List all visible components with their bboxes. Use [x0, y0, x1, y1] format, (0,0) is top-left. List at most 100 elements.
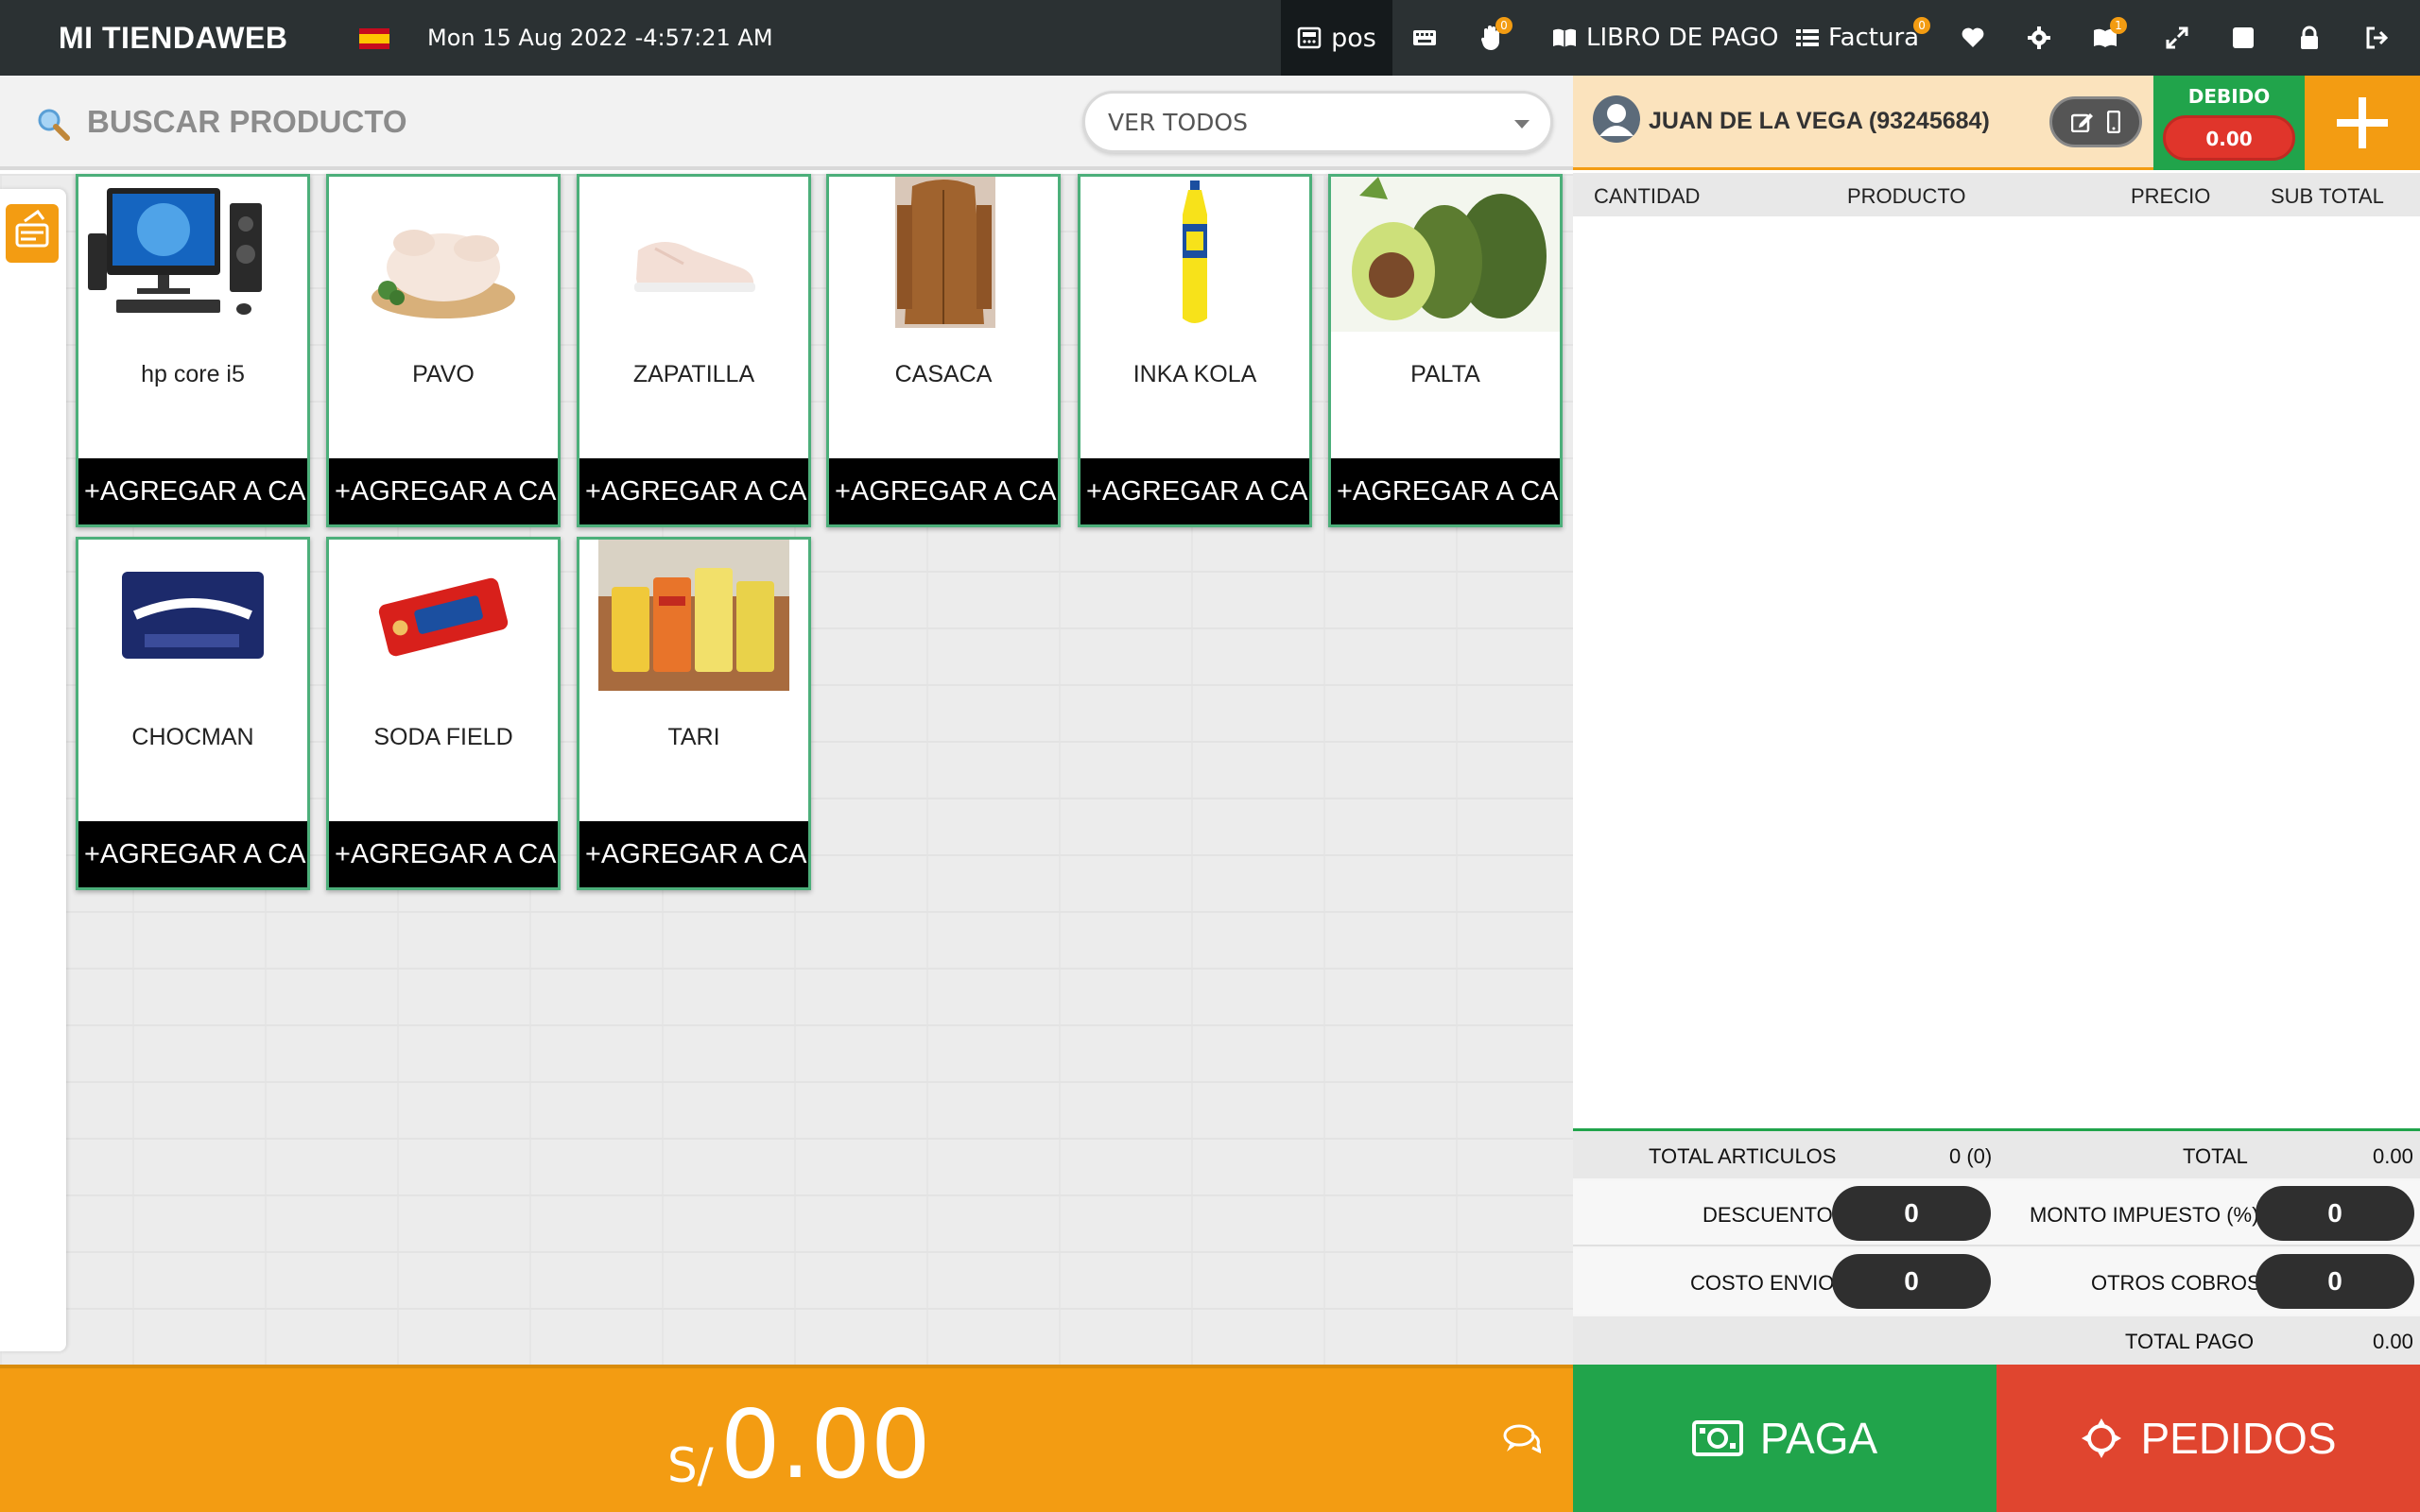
tax-input[interactable]: 0 [2256, 1186, 2414, 1241]
customer-name[interactable]: JUAN DE LA VEGA (93245684) [1649, 108, 1990, 135]
cart-items-list [1573, 216, 2420, 1128]
chat-icon[interactable] [1503, 1423, 1541, 1455]
add-to-cart-button[interactable]: +AGREGAR A CARRITO [579, 821, 808, 887]
product-card[interactable]: INKA KOLA +AGREGAR A CARRITO [1078, 174, 1312, 527]
cart-table-header: CANTIDAD PRODUCTO PRECIO SUB TOTAL [1573, 173, 2420, 216]
edit-icon[interactable] [2071, 112, 2094, 132]
customer-actions[interactable] [2049, 96, 2142, 147]
product-card[interactable]: CASACA +AGREGAR A CARRITO [826, 174, 1061, 527]
product-name: ZAPATILLA [632, 361, 755, 387]
top-navbar: MI TIENDAWEB Mon 15 Aug 2022 -4:57:21 AM… [0, 0, 2420, 76]
datetime-display: Mon 15 Aug 2022 -4:57:21 AM [427, 25, 773, 51]
grand-total-bar: S/ 0.00 [0, 1365, 1573, 1512]
debt-label: DEBIDO [2187, 85, 2271, 108]
product-name: PAVO [412, 361, 475, 387]
sneaker-image [634, 242, 755, 292]
logout-icon[interactable] [2363, 21, 2392, 55]
add-to-cart-button[interactable]: +AGREGAR A CARRITO [1080, 458, 1309, 524]
cart-col-price: PRECIO [2131, 184, 2211, 208]
gear-icon[interactable] [2025, 21, 2053, 55]
product-name: PALTA [1410, 361, 1480, 387]
totals-panel: TOTAL ARTICULOS 0 (0) TOTAL 0.00 DESCUEN… [1573, 1131, 2420, 1365]
total-value: 0.00 [2373, 1144, 2413, 1168]
factura-badge: 0 [1913, 17, 1931, 34]
pos-tab[interactable]: pos [1281, 0, 1392, 76]
sidebar-toggle-button[interactable] [6, 204, 59, 263]
product-card[interactable]: PAVO +AGREGAR A CARRITO [326, 174, 561, 527]
libro-de-pago-link[interactable]: LIBRO DE PAGO [1552, 21, 1778, 55]
shipping-other-row: COSTO ENVIO 0 OTROS COBROS 0 [1573, 1248, 2420, 1314]
shipping-label: COSTO ENVIO [1690, 1271, 1835, 1295]
expand-icon[interactable] [2163, 21, 2191, 55]
user-avatar-icon [1593, 95, 1640, 143]
lock-icon[interactable] [2295, 21, 2324, 55]
add-customer-button[interactable] [2305, 76, 2420, 170]
pay-button[interactable]: PAGA [1573, 1365, 1996, 1512]
cash-register-icon [1297, 26, 1322, 49]
add-to-cart-button[interactable]: +AGREGAR A CARRITO [329, 458, 558, 524]
pos-tab-label: pos [1331, 23, 1376, 53]
pay-button-label: PAGA [1759, 1414, 1878, 1463]
total-payment-row: TOTAL PAGO 0.00 [1573, 1316, 2420, 1365]
product-card[interactable]: PALTA +AGREGAR A CARRITO [1328, 174, 1563, 527]
spain-flag-icon[interactable] [359, 28, 389, 49]
search-icon[interactable] [36, 107, 70, 141]
chevron-down-icon [1514, 120, 1530, 129]
debt-panel: DEBIDO 0.00 [2153, 76, 2305, 170]
orders-button[interactable]: PEDIDOS [1996, 1365, 2420, 1512]
crackers-image [378, 577, 509, 657]
list-icon [1796, 29, 1819, 46]
hand-icon[interactable]: 0 [1477, 17, 1512, 55]
square-icon[interactable] [2229, 21, 2257, 55]
money-icon [1691, 1420, 1743, 1456]
keyboard-icon[interactable] [1410, 21, 1439, 55]
category-filter-select[interactable]: VER TODOS [1082, 91, 1553, 153]
add-to-cart-button[interactable]: +AGREGAR A CARRITO [1331, 458, 1560, 524]
total-payment-label: TOTAL PAGO [2125, 1330, 2255, 1353]
debt-value[interactable]: 0.00 [2163, 115, 2295, 161]
cart-col-quantity: CANTIDAD [1594, 184, 1701, 208]
soda-bottle-image [1183, 180, 1207, 323]
add-to-cart-button[interactable]: +AGREGAR A CARRITO [579, 458, 808, 524]
grand-total-amount: 0.00 [720, 1389, 931, 1500]
cart-col-product: PRODUCTO [1847, 184, 1966, 208]
product-card[interactable]: ZAPATILLA +AGREGAR A CARRITO [577, 174, 811, 527]
mobile-icon[interactable] [2107, 111, 2120, 133]
product-name: hp core i5 [141, 361, 245, 387]
chocolate-bar-image [122, 572, 264, 659]
total-items-value: 0 (0) [1949, 1144, 1993, 1168]
heart-icon[interactable] [1959, 21, 1987, 55]
add-to-cart-button[interactable]: +AGREGAR A CARRITO [829, 458, 1058, 524]
add-to-cart-button[interactable]: +AGREGAR A CARRITO [78, 458, 307, 524]
total-label: TOTAL [2183, 1144, 2248, 1168]
other-charges-input[interactable]: 0 [2256, 1254, 2414, 1309]
product-search-bar: BUSCAR PRODUCTO VER TODOS [0, 76, 1573, 170]
crosshair-icon [2082, 1418, 2122, 1458]
factura-link[interactable]: Factura 0 [1796, 17, 1931, 55]
product-card[interactable]: CHOCMAN +AGREGAR A CARRITO [76, 537, 310, 890]
product-card[interactable]: TARI +AGREGAR A CARRITO [577, 537, 811, 890]
add-to-cart-button[interactable]: +AGREGAR A CARRITO [78, 821, 307, 887]
product-card[interactable]: SODA FIELD +AGREGAR A CARRITO [326, 537, 561, 890]
avocado-image [1331, 177, 1560, 332]
product-name: CHOCMAN [131, 724, 254, 750]
turkey-image [372, 230, 515, 318]
discount-tax-row: DESCUENTO 0 MONTO IMPUESTO (%) 0 [1573, 1180, 2420, 1246]
libro-de-pago-label: LIBRO DE PAGO [1586, 24, 1779, 52]
discount-input[interactable]: 0 [1832, 1186, 1991, 1241]
shipping-input[interactable]: 0 [1832, 1254, 1991, 1309]
notifications-icon[interactable]: 1 [2091, 17, 2127, 55]
brand-logo[interactable]: MI TIENDAWEB [0, 0, 340, 76]
category-filter-value: VER TODOS [1108, 109, 1248, 136]
product-name: TARI [667, 724, 720, 750]
product-name: CASACA [894, 361, 993, 387]
search-input[interactable]: BUSCAR PRODUCTO [87, 104, 407, 140]
hand-badge: 0 [1495, 17, 1512, 34]
add-to-cart-button[interactable]: +AGREGAR A CARRITO [329, 821, 558, 887]
computer-image [88, 188, 262, 315]
book-icon [1553, 28, 1576, 47]
cart-col-subtotal: SUB TOTAL [2271, 184, 2384, 208]
totals-row: TOTAL ARTICULOS 0 (0) TOTAL 0.00 [1573, 1131, 2420, 1178]
product-card[interactable]: hp core i5 +AGREGAR A CARRITO [76, 174, 310, 527]
tax-label: MONTO IMPUESTO (%) [2030, 1203, 2259, 1227]
